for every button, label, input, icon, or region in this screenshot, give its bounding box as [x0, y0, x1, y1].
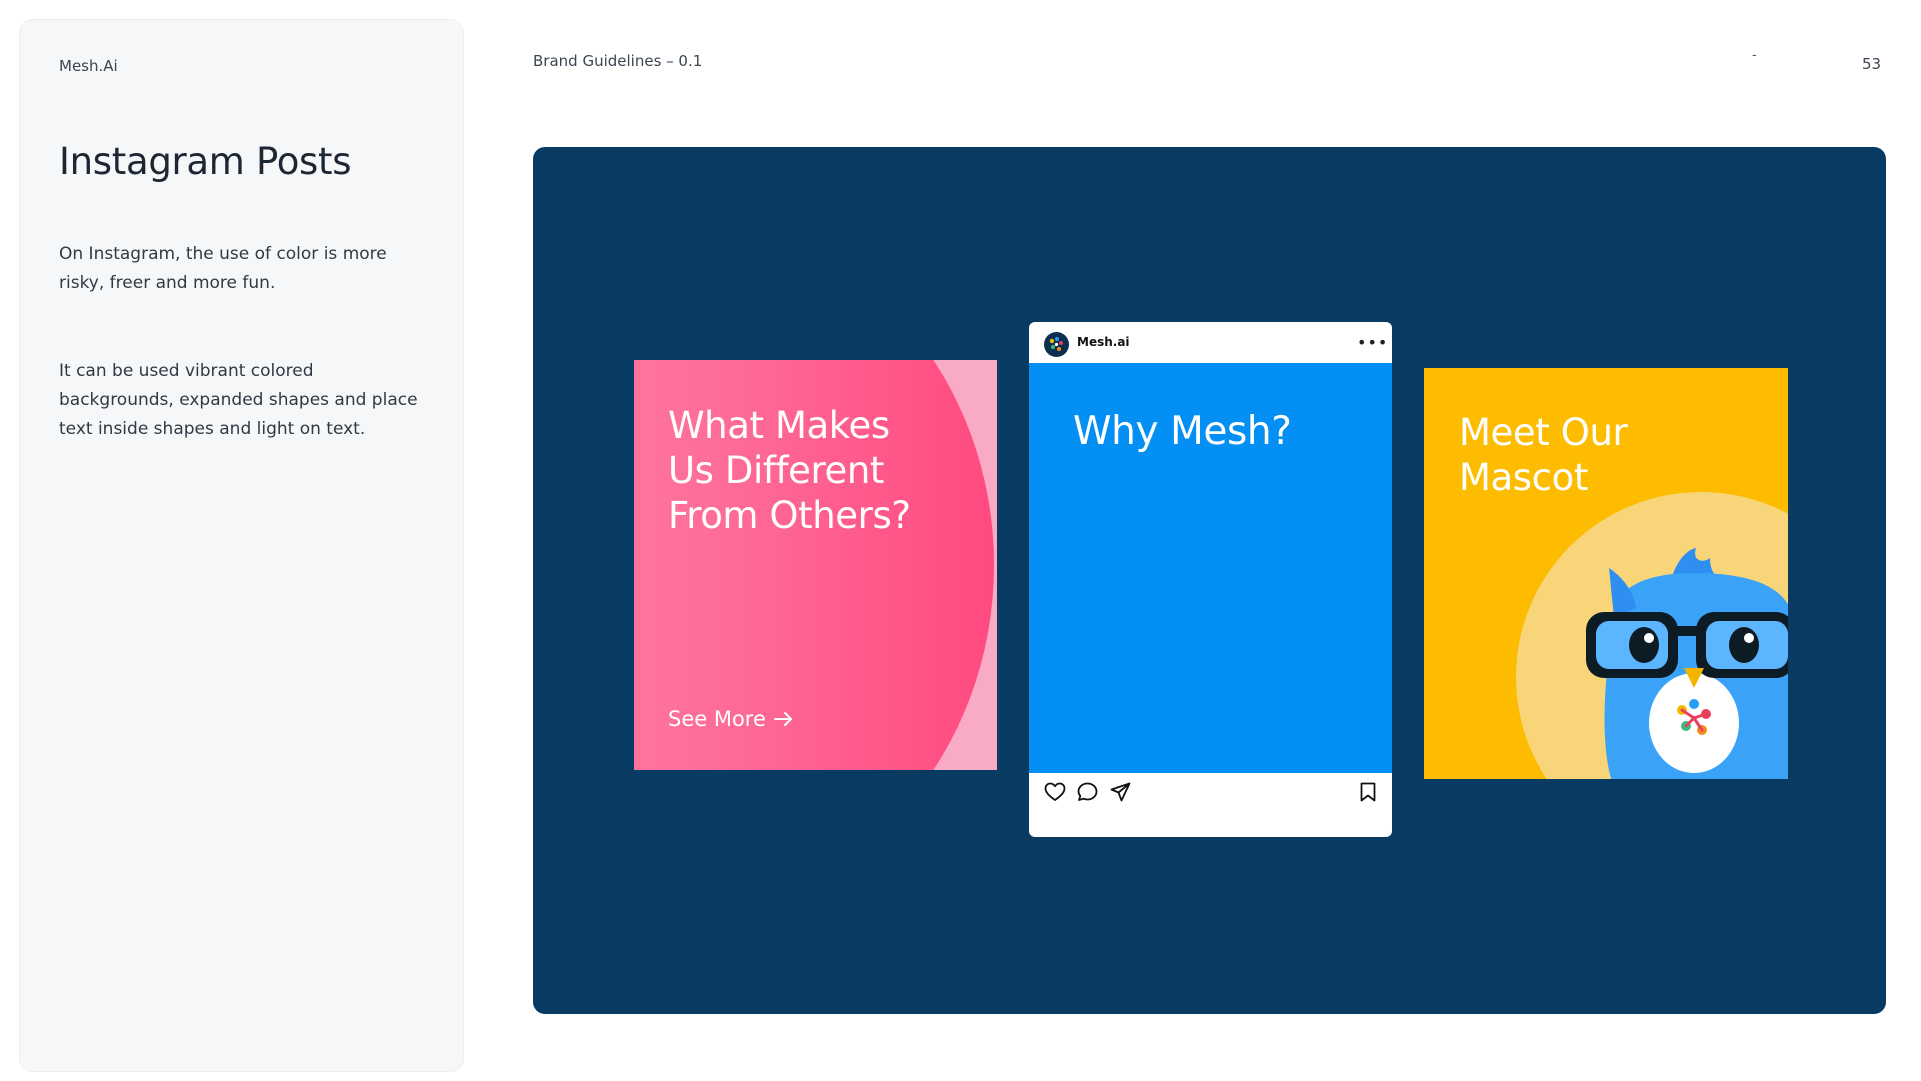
heart-icon[interactable]	[1044, 782, 1066, 802]
showcase-panel: What Makes Us Different From Others? See…	[533, 147, 1886, 1014]
page-title: Instagram Posts	[59, 140, 352, 183]
instagram-post-pink: What Makes Us Different From Others? See…	[634, 360, 997, 770]
post-image: Why Mesh?	[1029, 363, 1392, 773]
instagram-post-yellow: Meet Our Mascot	[1424, 368, 1788, 779]
sidebar-panel: Mesh.Ai Instagram Posts On Instagram, th…	[19, 19, 464, 1072]
page-number: 53	[1862, 55, 1882, 73]
document-title: Brand Guidelines – 0.1	[533, 52, 703, 70]
see-more-link[interactable]: See More	[668, 707, 794, 731]
bookmark-icon[interactable]	[1359, 782, 1377, 802]
account-handle[interactable]: Mesh.ai	[1077, 335, 1130, 349]
post3-title: Meet Our Mascot	[1459, 411, 1628, 499]
more-horizontal-icon[interactable]: •••	[1357, 333, 1388, 352]
description-paragraph-2: It can be used vibrant colored backgroun…	[59, 361, 418, 439]
instagram-post-mock: Mesh.ai ••• Why Mesh?	[1029, 322, 1392, 837]
header-dash: -	[1752, 48, 1757, 63]
post2-title: Why Mesh?	[1073, 409, 1292, 454]
post-header: Mesh.ai •••	[1029, 322, 1392, 363]
post-actions-bar	[1029, 773, 1392, 813]
share-icon[interactable]	[1110, 782, 1131, 802]
owl-mascot-icon	[1584, 528, 1788, 779]
post1-title: What Makes Us Different From Others?	[668, 404, 911, 537]
description-paragraph-1: On Instagram, the use of color is more r…	[59, 244, 387, 293]
see-more-label: See More	[668, 707, 766, 731]
comment-icon[interactable]	[1077, 782, 1098, 802]
avatar[interactable]	[1044, 332, 1069, 357]
brand-name: Mesh.Ai	[59, 57, 118, 75]
arrow-right-icon	[773, 711, 794, 727]
